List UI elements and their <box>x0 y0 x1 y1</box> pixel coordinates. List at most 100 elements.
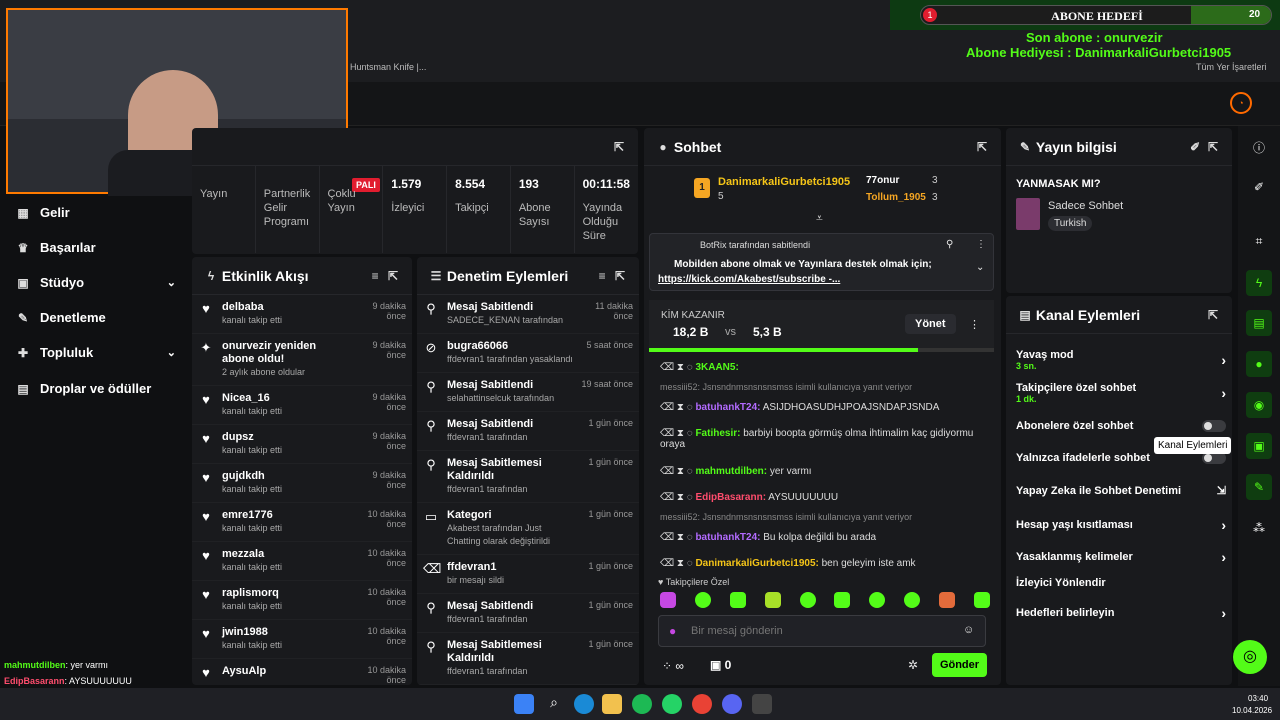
mod-tools-icon[interactable]: ⌫ ⧗ ◌ <box>660 362 695 373</box>
channel-action-item[interactable]: Yavaş mod 3 sn. › <box>1016 349 1226 371</box>
whatsapp-icon[interactable] <box>662 694 682 714</box>
filter-icon[interactable]: ≡ <box>595 269 609 283</box>
sidebar-item-studio[interactable]: ▣ Stüdyo ⌄ <box>16 275 176 290</box>
channel-action-item[interactable]: Hedefleri belirleyin › <box>1016 605 1226 621</box>
pin-icon[interactable]: ⚲ <box>946 239 953 250</box>
file-explorer-icon[interactable] <box>602 694 622 714</box>
stream-category[interactable]: Sadece Sohbet <box>1048 200 1123 212</box>
mod-tools-icon[interactable]: ⌫ ⧗ ◌ <box>660 466 695 477</box>
clock-time[interactable]: 03:40 <box>1248 694 1268 703</box>
list-item[interactable]: ⚲ Mesaj Sabitlemesi Kaldırıldı ffdevran1 t… <box>417 451 639 503</box>
bolt-icon[interactable]: ϟ <box>1246 270 1272 296</box>
send-button[interactable]: Gönder <box>932 653 987 677</box>
chat-username[interactable]: EdipBasarann: <box>695 492 766 503</box>
chat-input-box[interactable]: ● ☺ <box>658 615 986 647</box>
broadcast-icon[interactable]: ◉ <box>1246 392 1272 418</box>
chat-message[interactable]: ⌫ ⧗ ◌ Fatihesir: barbiyi boopta görmüş o… <box>660 428 980 450</box>
chat-username[interactable]: batuhankT24: <box>695 532 760 543</box>
list-item[interactable]: ✦ onurvezir yeniden abone oldu! 2 aylık ab… <box>192 334 412 386</box>
mic-icon[interactable]: ● <box>669 624 676 638</box>
chevron-down-icon[interactable]: ⌄ <box>976 262 984 273</box>
pinned-message[interactable]: BotRix tarafından sabitlendi Mobilden ab… <box>649 233 994 291</box>
channel-action-item[interactable]: Abonelere özel sohbet <box>1016 420 1226 432</box>
settings-gear-icon[interactable]: ✲ <box>908 658 918 672</box>
clock-date[interactable]: 10.04.2026 <box>1232 706 1272 715</box>
chat-message[interactable]: ⌫ ⧗ ◌ 3KAAN5: <box>660 362 980 373</box>
search-icon[interactable]: ⌕ <box>544 694 564 714</box>
list-item[interactable]: ♥ jwin1988 kanalı takip etti 10 dakika önce <box>192 620 412 659</box>
mod-tools-icon[interactable]: ⌫ ⧗ ◌ <box>660 428 695 439</box>
list-item[interactable]: ♥ delbaba kanalı takip etti 9 dakika önce <box>192 295 412 334</box>
popout-icon[interactable]: ⇱ <box>975 140 989 154</box>
edit-icon[interactable]: ✐ <box>1188 140 1202 154</box>
wrench-icon[interactable]: ✎ <box>1246 474 1272 500</box>
edit-icon[interactable]: ✐ <box>1246 174 1272 200</box>
discord-icon[interactable] <box>722 694 742 714</box>
list-item[interactable]: ⌫ ffdevran1 bir mesajı sildi 1 gün önce <box>417 555 639 594</box>
sidebar-item-achievements[interactable]: ♛ Başarılar <box>16 240 176 255</box>
apps-icon[interactable]: ⁂ <box>1246 515 1272 541</box>
edge-icon[interactable] <box>574 694 594 714</box>
list-item[interactable]: ♥ gujdkdh kanalı takip etti 9 dakika önce <box>192 464 412 503</box>
chat-icon[interactable]: ● <box>1246 351 1272 377</box>
list-icon[interactable]: ▤ <box>1246 310 1272 336</box>
kick-logo-icon[interactable]: ◔ <box>1230 92 1252 114</box>
pinned-link[interactable]: https://kick.com/Akabest/subscribe -... <box>658 274 840 285</box>
chat-message[interactable]: ⌫ ⧗ ◌ batuhankT24: Bu kolpa değildi bu a… <box>660 532 980 543</box>
chrome-icon[interactable] <box>692 694 712 714</box>
channel-action-item[interactable]: Hesap yaşı kısıtlaması › <box>1016 517 1226 533</box>
channel-action-item[interactable]: Yapay Zeka ile Sohbet Denetimi ⇲ <box>1016 484 1226 498</box>
mod-tools-icon[interactable]: ⌫ ⧗ ◌ <box>660 532 695 543</box>
channel-action-item[interactable]: Takipçilere özel sohbet 1 dk. › <box>1016 382 1226 404</box>
list-item[interactable]: ⚲ Mesaj Sabitlendi SADECE_KENAN tarafından… <box>417 295 639 334</box>
app-icon[interactable] <box>752 694 772 714</box>
chat-input[interactable] <box>691 622 951 640</box>
windows-start-icon[interactable] <box>514 694 534 714</box>
top-gifter-2[interactable]: 77onur <box>866 175 899 186</box>
chat-message[interactable]: ⌫ ⧗ ◌ DanimarkaliGurbetci1905: ben geley… <box>660 558 980 569</box>
list-item[interactable]: ⚲ Mesaj Sabitlendi selahattinselcuk tarafı… <box>417 373 639 412</box>
channel-action-item[interactable]: İzleyici Yönlendir <box>1016 577 1226 589</box>
channel-actions-icon[interactable]: ▣ <box>1246 433 1272 459</box>
emote-bar[interactable] <box>660 592 990 610</box>
mod-tools-icon[interactable]: ⌫ ⧗ ◌ <box>660 558 695 569</box>
chat-message[interactable]: ⌫ ⧗ ◌ EdipBasarann: AYSUUUUUUU <box>660 492 980 503</box>
list-item[interactable]: ⊘ bugra66066 ffdevran1 tarafından yasaklan… <box>417 334 639 373</box>
chat-username[interactable]: Fatihesir: <box>695 428 740 439</box>
more-icon[interactable]: ⋮ <box>976 239 986 250</box>
sidebar-item-moderation[interactable]: ✎ Denetleme <box>16 310 176 325</box>
info-icon[interactable]: ⓘ <box>1246 134 1272 160</box>
bookmark-left[interactable]: Huntsman Knife |... <box>350 62 426 72</box>
mod-tools-icon[interactable]: ⌫ ⧗ ◌ <box>660 402 695 413</box>
screenshot-icon[interactable]: ⌗ <box>1246 228 1272 254</box>
chat-username[interactable]: DanimarkaliGurbetci1905: <box>695 558 818 569</box>
top-gifter-3[interactable]: Tollum_1905 <box>866 192 926 203</box>
manage-prediction-button[interactable]: Yönet <box>905 314 956 334</box>
viewers-icon[interactable]: ⁘ ∞ <box>662 659 684 673</box>
chat-message[interactable]: ⌫ ⧗ ◌ batuhankT24: ASIJDHOASUDHJPOAJSNDA… <box>660 402 980 413</box>
chat-username[interactable]: batuhankT24: <box>695 402 760 413</box>
gift-icon[interactable]: ▣ 0 <box>710 658 731 672</box>
mod-tools-icon[interactable]: ⌫ ⧗ ◌ <box>660 492 695 503</box>
channel-action-item[interactable]: Yasaklanmış kelimeler › <box>1016 549 1226 565</box>
spotify-icon[interactable] <box>632 694 652 714</box>
list-item[interactable]: ⚲ Mesaj Sabitlendi ffdevran1 tarafından 1 g… <box>417 412 639 451</box>
filter-icon[interactable]: ≡ <box>368 269 382 283</box>
list-item[interactable]: ♥ Nicea_16 kanalı takip etti 9 dakika önce <box>192 386 412 425</box>
popout-icon[interactable]: ⇱ <box>612 140 626 154</box>
list-item[interactable]: ⚲ Mesaj Sabitlemesi Kaldırıldı ffdevran1 t… <box>417 633 639 685</box>
popout-icon[interactable]: ⇱ <box>1206 308 1220 322</box>
list-item[interactable]: ▭ Kategori Akabest tarafından Just Chattin… <box>417 503 639 555</box>
toggle-switch[interactable] <box>1202 420 1226 432</box>
list-item[interactable]: ♥ AysuAlp 10 dakika önce <box>192 659 412 685</box>
chat-username[interactable]: mahmutdilben: <box>695 466 767 477</box>
popout-icon[interactable]: ⇱ <box>386 269 400 283</box>
help-icon[interactable]: ◎ <box>1233 640 1267 674</box>
emoji-icon[interactable]: ☺ <box>963 624 974 636</box>
popout-icon[interactable]: ⇱ <box>613 269 627 283</box>
list-item[interactable]: ⚲ Mesaj Sabitlendi ffdevran1 tarafından 1 g… <box>417 594 639 633</box>
collapse-icon[interactable]: ⩡ <box>816 211 823 226</box>
sidebar-item-community[interactable]: ✚ Topluluk ⌄ <box>16 345 176 360</box>
list-item[interactable]: ♥ emre1776 kanalı takip etti 10 dakika önce <box>192 503 412 542</box>
stream-tag[interactable]: Turkish <box>1048 216 1093 231</box>
